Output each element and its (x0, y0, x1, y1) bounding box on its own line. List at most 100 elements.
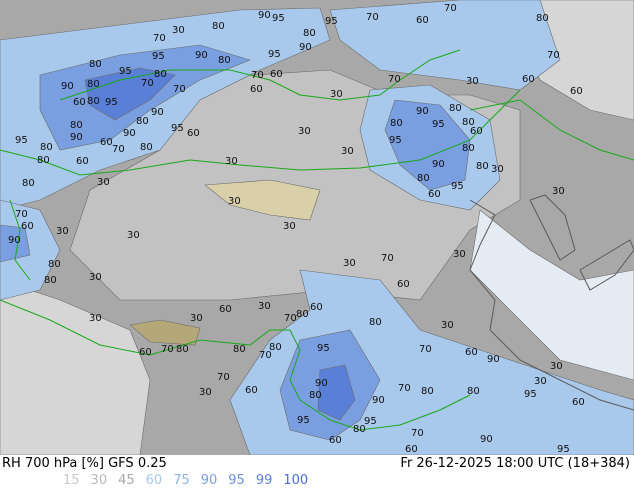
humidity-map: 90 95 95 70 60 70 80 80 70 30 80 95 90 80 95 90 70 80 95 80… (0, 0, 634, 455)
contour-label: 60 (139, 347, 152, 358)
contour-label: 60 (245, 385, 258, 396)
contour-label: 80 (303, 28, 316, 39)
contour-label: 30 (172, 25, 185, 36)
contour-label: 30 (228, 196, 241, 207)
contour-label: 80 (40, 142, 53, 153)
contour-label: 30 (258, 301, 271, 312)
contour-label: 95 (325, 16, 338, 27)
contour-label: 60 (572, 397, 585, 408)
contour-label: 60 (522, 74, 535, 85)
map-title: RH 700 hPa [%] GFS 0.25 (2, 456, 167, 471)
legend-value: 60 (145, 473, 163, 488)
map-canvas: 90 95 95 70 607080807030 8095 90 809590708095 80… (0, 0, 634, 455)
contour-label: 30 (466, 76, 479, 87)
contour-label: 80 (462, 143, 475, 154)
contour-label: 60 (428, 189, 441, 200)
contour-label: 80 (136, 116, 149, 127)
contour-label: 80 (421, 386, 434, 397)
contour-label: 80 (449, 103, 462, 114)
contour-label: 90 (432, 159, 445, 170)
legend-value: 30 (90, 473, 108, 488)
contour-label: 70 (388, 74, 401, 85)
contour-label: 70 (411, 428, 424, 439)
contour-label: 30 (97, 177, 110, 188)
contour-label: 80 (390, 118, 403, 129)
contour-label: 70 (251, 70, 264, 81)
contour-label: 95 (171, 123, 184, 134)
contour-label: 90 (487, 354, 500, 365)
contour-label: 80 (70, 120, 83, 131)
contour-label: 70 (141, 78, 154, 89)
contour-label: 30 (343, 258, 356, 269)
contour-label: 95 (317, 343, 330, 354)
contour-label: 80 (154, 69, 167, 80)
contour-label: 70 (153, 33, 166, 44)
contour-label: 30 (550, 361, 563, 372)
contour-label: 60 (329, 435, 342, 446)
contour-label: 95 (524, 389, 537, 400)
contour-label: 60 (73, 97, 86, 108)
contour-label: 80 (22, 178, 35, 189)
contour-label: 70 (381, 253, 394, 264)
contour-label: 70 (173, 84, 186, 95)
contour-label: 80 (353, 424, 366, 435)
contour-label: 80 (48, 259, 61, 270)
contour-label: 60 (270, 69, 283, 80)
contour-label: 60 (100, 137, 113, 148)
contour-label: 90 (70, 132, 83, 143)
contour-label: 80 (417, 173, 430, 184)
contour-label: 30 (190, 313, 203, 324)
contour-label: 95 (152, 51, 165, 62)
contour-label: 30 (441, 320, 454, 331)
contour-label: 90 (151, 107, 164, 118)
contour-label: 95 (432, 119, 445, 130)
contour-label: 90 (61, 81, 74, 92)
contour-label: 90 (299, 42, 312, 53)
contour-label: 90 (416, 106, 429, 117)
contour-label: 70 (366, 12, 379, 23)
contour-label: 60 (250, 84, 263, 95)
contour-label: 95 (364, 416, 377, 427)
contour-label: 80 (212, 21, 225, 32)
legend-value: 75 (173, 473, 190, 488)
contour-label: 80 (296, 309, 309, 320)
contour-label: 95 (119, 66, 132, 77)
legend-value: 90 (200, 473, 218, 488)
contour-label: 80 (89, 59, 102, 70)
contour-label: 80 (536, 13, 549, 24)
contour-label: 90 (123, 128, 136, 139)
contour-label: 70 (419, 344, 432, 355)
contour-label: 70 (259, 350, 272, 361)
contour-label: 70 (15, 209, 28, 220)
contour-label: 60 (465, 347, 478, 358)
contour-label: 30 (89, 313, 102, 324)
contour-label: 70 (547, 50, 560, 61)
contour-label: 90 (8, 235, 21, 246)
contour-label: 70 (444, 3, 457, 14)
legend-value: 99 (255, 473, 273, 488)
contour-label: 70 (284, 313, 297, 324)
contour-label: 30 (552, 186, 565, 197)
contour-label: 95 (105, 97, 118, 108)
contour-label: 60 (219, 304, 232, 315)
contour-label: 95 (451, 181, 464, 192)
contour-label: 30 (330, 89, 343, 100)
contour-label: 80 (467, 386, 480, 397)
contour-label: 80 (37, 155, 50, 166)
contour-label: 95 (15, 135, 28, 146)
contour-label: 90 (480, 434, 493, 445)
contour-label: 30 (453, 249, 466, 260)
contour-label: 30 (56, 226, 69, 237)
contour-label: 95 (268, 49, 281, 60)
contour-label: 60 (21, 221, 34, 232)
contour-label: 90 (258, 10, 271, 21)
legend-value: 15 (63, 473, 80, 488)
contour-label: 30 (283, 221, 296, 232)
contour-label: 95 (557, 444, 570, 455)
contour-label: 80 (87, 96, 100, 107)
contour-label: 30 (534, 376, 547, 387)
contour-label: 30 (127, 230, 140, 241)
contour-label: 70 (217, 372, 230, 383)
contour-label: 30 (298, 126, 311, 137)
contour-label: 95 (297, 415, 310, 426)
